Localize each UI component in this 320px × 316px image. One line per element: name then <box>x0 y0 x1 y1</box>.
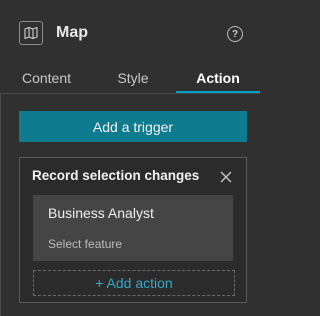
trigger-title: Record selection changes <box>32 168 200 183</box>
action-detail: Select feature <box>48 237 123 251</box>
widget-title: Map <box>56 24 88 41</box>
tab-style[interactable]: Style <box>93 62 173 94</box>
action-name: Business Analyst <box>48 205 154 221</box>
help-icon[interactable]: ? <box>227 26 243 42</box>
panel-left-border <box>0 94 1 316</box>
tab-bar: Content Style Action <box>0 62 260 94</box>
map-icon-glyph <box>24 26 38 40</box>
tab-content[interactable]: Content <box>0 62 93 94</box>
widget-header: Map ? <box>0 0 260 62</box>
add-action-button[interactable]: + Add action <box>33 270 235 296</box>
close-icon[interactable] <box>219 170 233 184</box>
tabs-divider <box>0 93 260 94</box>
map-icon <box>19 21 43 45</box>
action-item[interactable]: Business Analyst Select feature <box>33 195 233 261</box>
tab-action[interactable]: Action <box>176 62 260 94</box>
trigger-card: Record selection changes Business Analys… <box>19 157 247 303</box>
add-trigger-button[interactable]: Add a trigger <box>19 111 247 142</box>
